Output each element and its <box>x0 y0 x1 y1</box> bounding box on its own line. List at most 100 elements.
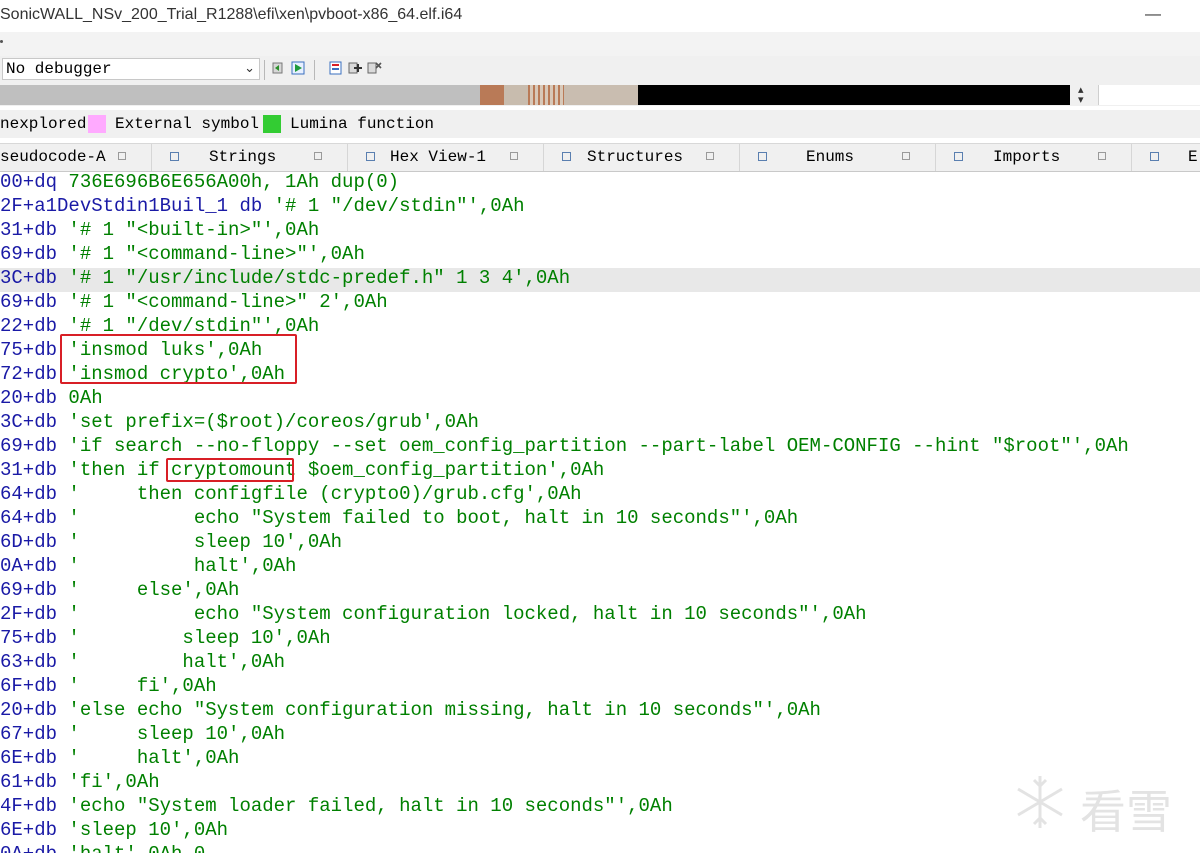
code-line[interactable]: 0A+db 'halt',0Ah,0 <box>0 844 1200 853</box>
code-line[interactable]: 67+db ' sleep 10',0Ah <box>0 724 1200 748</box>
code-address: 64+db <box>0 507 58 529</box>
disassembly-view[interactable]: 00+dq 736E696B6E656A00h, 1Ah dup(0) 2F+a… <box>0 172 1200 853</box>
nav-segment-unexplored <box>0 85 480 105</box>
window-title: SonicWALL_NSv_200_Trial_R1288\efi\xen\pv… <box>0 6 463 23</box>
code-address: 20+db <box>0 387 58 409</box>
code-address: 67+db <box>0 723 58 745</box>
code-address: 31+db <box>0 459 58 481</box>
code-line[interactable]: 6D+db ' sleep 10',0Ah <box>0 532 1200 556</box>
code-body: 'else echo "System configuration missing… <box>57 699 821 721</box>
tab-hex-view[interactable]: Hex View-1 <box>348 144 544 171</box>
legend-label-unexplored: nexplored <box>0 115 87 133</box>
navigation-track[interactable] <box>0 85 1070 105</box>
code-line[interactable]: 64+db ' echo "System failed to boot, hal… <box>0 508 1200 532</box>
code-body: ' fi',0Ah <box>57 675 217 697</box>
code-line[interactable]: 3C+db 'set prefix=($root)/coreos/grub',0… <box>0 412 1200 436</box>
tab-imports[interactable]: Imports <box>936 144 1132 171</box>
nav-scroll-arrows-icon[interactable]: ▴ ▾ <box>1078 84 1084 105</box>
attach-process-icon[interactable] <box>272 60 288 76</box>
code-line[interactable]: 0A+db ' halt',0Ah <box>0 556 1200 580</box>
navigation-side-panel <box>1098 85 1200 105</box>
code-line[interactable]: 69+db ' else',0Ah <box>0 580 1200 604</box>
code-address: 69+db <box>0 291 58 313</box>
code-body: '# 1 "/usr/include/stdc-predef.h" 1 3 4'… <box>57 267 571 289</box>
code-body: 'echo "System loader failed, halt in 10 … <box>57 795 673 817</box>
code-address: 69+db <box>0 579 58 601</box>
structures-icon <box>562 152 571 161</box>
tab-strings[interactable]: Strings <box>152 144 348 171</box>
code-address: 3C+db <box>0 267 58 289</box>
nav-segment-data <box>564 85 638 105</box>
code-body: ' halt',0Ah <box>57 651 286 673</box>
code-address: 69+db <box>0 243 58 265</box>
tab-label: E <box>1188 148 1198 166</box>
code-body: '# 1 "<command-line>"',0Ah <box>57 243 365 265</box>
code-body: ' sleep 10',0Ah <box>57 627 331 649</box>
code-body: 'halt',0Ah,0 <box>57 843 205 853</box>
tab-exports[interactable]: E <box>1132 144 1200 171</box>
tab-structures[interactable]: Structures <box>544 144 740 171</box>
code-line[interactable]: 2F+a1DevStdin1Buil_1 db '# 1 "/dev/stdin… <box>0 196 1200 220</box>
legend-swatch-lumina <box>263 115 281 133</box>
code-address: 3C+db <box>0 411 58 433</box>
code-body: 736E696B6E656A00h, 1Ah dup(0) <box>57 172 400 193</box>
code-line[interactable]: 75+db ' sleep 10',0Ah <box>0 628 1200 652</box>
code-body: ' else',0Ah <box>57 579 240 601</box>
tab-label: Strings <box>209 148 277 166</box>
code-line-current[interactable]: 3C+db '# 1 "/usr/include/stdc-predef.h" … <box>0 268 1200 292</box>
nav-segment-data <box>504 85 528 105</box>
remove-breakpoint-icon[interactable] <box>366 60 382 76</box>
code-address: 6E+db <box>0 747 58 769</box>
code-line[interactable]: 6F+db ' fi',0Ah <box>0 676 1200 700</box>
code-line[interactable]: 69+db 'if search --no-floppy --set oem_c… <box>0 436 1200 460</box>
code-line[interactable]: 69+db '# 1 "<command-line>"',0Ah <box>0 244 1200 268</box>
code-address: 20+db <box>0 699 58 721</box>
code-address: 2F+a1DevStdin1Buil_1 db <box>0 195 263 217</box>
code-body: ' sleep 10',0Ah <box>57 531 343 553</box>
toolbar-separator <box>314 60 315 80</box>
close-icon[interactable] <box>314 152 322 160</box>
close-icon[interactable] <box>1098 152 1106 160</box>
window-titlebar: SonicWALL_NSv_200_Trial_R1288\efi\xen\pv… <box>0 0 1200 32</box>
nav-segment-external <box>638 85 1070 105</box>
code-body: ' sleep 10',0Ah <box>57 723 286 745</box>
tab-label: Enums <box>806 148 855 166</box>
tab-pseudocode[interactable]: seudocode-A <box>0 144 152 171</box>
close-icon[interactable] <box>510 152 518 160</box>
code-line[interactable]: 63+db ' halt',0Ah <box>0 652 1200 676</box>
start-process-icon[interactable] <box>290 60 306 76</box>
code-line[interactable]: 69+db '# 1 "<command-line>" 2',0Ah <box>0 292 1200 316</box>
code-body: 'sleep 10',0Ah <box>57 819 229 841</box>
minimize-button[interactable]: — <box>1138 2 1168 28</box>
menu-strip <box>0 32 1200 56</box>
code-address: 6F+db <box>0 675 58 697</box>
code-body: '# 1 "<built-in>"',0Ah <box>57 219 320 241</box>
annotation-box-insmod <box>60 334 297 384</box>
legend-bar: nexplored External symbol Lumina functio… <box>0 110 1200 138</box>
close-icon[interactable] <box>118 152 126 160</box>
code-line[interactable]: 31+db '# 1 "<built-in>"',0Ah <box>0 220 1200 244</box>
add-breakpoint-icon[interactable] <box>347 60 363 76</box>
code-address: 61+db <box>0 771 58 793</box>
nav-segment-code <box>480 85 504 105</box>
code-address: 72+db <box>0 363 58 385</box>
close-icon[interactable] <box>902 152 910 160</box>
code-line[interactable]: 20+db 0Ah <box>0 388 1200 412</box>
debugger-options-icon[interactable] <box>328 60 344 76</box>
tab-enums[interactable]: Enums <box>740 144 936 171</box>
code-address: 00+dq <box>0 172 58 193</box>
debugger-select[interactable]: No debugger ⌄ <box>2 58 260 80</box>
code-line[interactable]: 64+db ' then configfile (crypto0)/grub.c… <box>0 484 1200 508</box>
code-address: 0A+db <box>0 843 57 853</box>
view-tabbar: seudocode-A Strings Hex View-1 Structure… <box>0 143 1200 172</box>
code-line[interactable]: 2F+db ' echo "System configuration locke… <box>0 604 1200 628</box>
code-body: 'set prefix=($root)/coreos/grub',0Ah <box>57 411 479 433</box>
code-address: 6E+db <box>0 819 58 841</box>
close-icon[interactable] <box>706 152 714 160</box>
code-body: '# 1 "<command-line>" 2',0Ah <box>57 291 388 313</box>
code-address: 22+db <box>0 315 58 337</box>
imports-icon <box>954 152 963 161</box>
code-line[interactable]: 20+db 'else echo "System configuration m… <box>0 700 1200 724</box>
strings-icon <box>170 152 179 161</box>
code-line[interactable]: 00+dq 736E696B6E656A00h, 1Ah dup(0) <box>0 172 1200 196</box>
